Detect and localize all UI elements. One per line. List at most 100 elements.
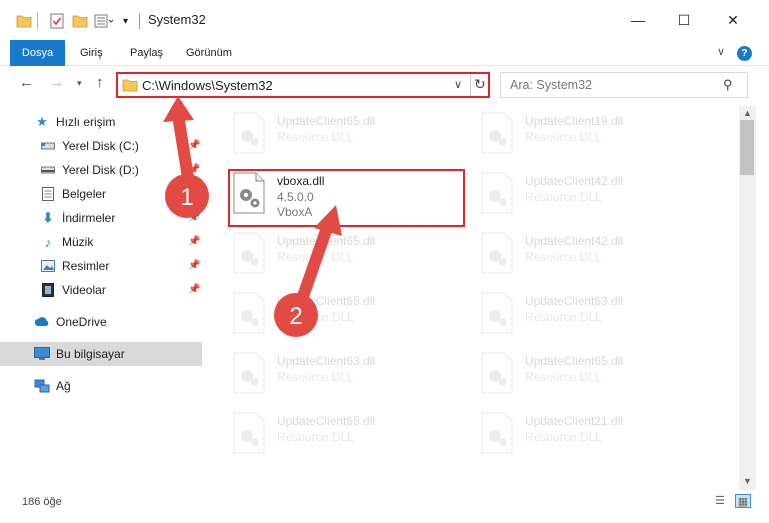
file-item[interactable]: UpdateClient21.dll Resource DLL xyxy=(478,408,708,460)
file-name: UpdateClient63.dll xyxy=(277,354,376,368)
file-list: UpdateClient65.dll Resource DLL vboxa.dl… xyxy=(206,106,739,490)
window-title: System32 xyxy=(148,12,206,27)
file-item[interactable]: UpdateClient42.dll Resource DLL xyxy=(478,228,708,280)
sidebar-item-downloads[interactable]: ⬇ İndirmeler 📌 xyxy=(0,206,202,230)
sidebar-item-this-pc[interactable]: Bu bilgisayar xyxy=(0,342,202,366)
sidebar-item-label: İndirmeler xyxy=(62,211,116,225)
refresh-icon[interactable]: ↻ xyxy=(474,76,486,93)
expand-ribbon-icon[interactable]: ∨ xyxy=(717,45,725,58)
drive-icon xyxy=(40,162,56,178)
recent-locations-icon[interactable]: ▾ xyxy=(77,78,82,89)
close-button[interactable]: ✕ xyxy=(710,0,756,40)
details-view-icon[interactable]: ☰ xyxy=(712,494,728,508)
sidebar-item-network[interactable]: Ağ xyxy=(0,374,202,398)
sidebar-item-quick-access[interactable]: ★ Hızlı erişim xyxy=(0,110,202,134)
customize-toolbar-icon[interactable] xyxy=(94,12,114,30)
file-name: UpdateClient42.dll xyxy=(525,234,624,248)
file-description: Resource DLL xyxy=(277,430,354,444)
tab-share[interactable]: Paylaş xyxy=(130,40,163,66)
sidebar-item-disk-d[interactable]: Yerel Disk (D:) 📌 xyxy=(0,158,202,182)
pin-icon[interactable]: 📌 xyxy=(188,260,200,271)
toolbar-separator xyxy=(37,12,38,30)
minimize-button[interactable]: — xyxy=(615,0,661,40)
file-description: Resource DLL xyxy=(277,250,354,264)
dll-file-icon xyxy=(481,232,513,274)
music-icon: ♪ xyxy=(44,234,52,250)
file-item[interactable]: UpdateClient19.dll Resource DLL xyxy=(478,108,708,160)
quick-access-dropdown-icon[interactable]: ▾ xyxy=(123,12,128,30)
video-icon xyxy=(40,282,56,298)
documents-icon xyxy=(40,186,56,202)
folder-icon[interactable] xyxy=(16,12,32,30)
file-name: UpdateClient65.dll xyxy=(277,234,376,248)
scroll-down-icon[interactable]: ▼ xyxy=(743,476,752,486)
sidebar-item-label: Videolar xyxy=(62,283,106,297)
file-name: UpdateClient19.dll xyxy=(525,114,624,128)
pin-icon[interactable]: 📌 xyxy=(188,236,200,247)
tab-view[interactable]: Görünüm xyxy=(186,40,232,66)
sidebar-item-label: Müzik xyxy=(62,235,94,249)
file-item[interactable]: UpdateClient63.dll Resource DLL xyxy=(230,348,460,400)
large-icons-view-icon[interactable]: ▦ xyxy=(735,494,751,508)
address-path[interactable]: C:\Windows\System32 xyxy=(142,78,273,93)
ribbon-tabs: Dosya Giriş Paylaş Görünüm ∨ ? xyxy=(0,40,769,66)
back-arrow-icon[interactable]: ← xyxy=(19,74,34,91)
pin-icon[interactable]: 📌 xyxy=(188,212,200,223)
sidebar-item-label: Yerel Disk (D:) xyxy=(62,163,139,177)
properties-check-icon[interactable] xyxy=(50,12,64,30)
file-name: UpdateClient21.dll xyxy=(525,414,624,428)
sidebar-item-documents[interactable]: Belgeler 📌 xyxy=(0,182,202,206)
search-input[interactable]: Ara: System32 xyxy=(510,78,592,92)
file-description: Resource DLL xyxy=(277,310,354,324)
file-item[interactable]: UpdateClient65.dll Resource DLL xyxy=(230,108,460,160)
computer-icon xyxy=(34,346,50,362)
file-description: Resource DLL xyxy=(277,130,354,144)
sidebar-item-disk-c[interactable]: Yerel Disk (C:) 📌 xyxy=(0,134,202,158)
maximize-button[interactable]: ☐ xyxy=(661,0,707,40)
sidebar-item-videos[interactable]: Videolar 📌 xyxy=(0,278,202,302)
network-icon xyxy=(34,378,50,394)
search-icon[interactable]: ⚲ xyxy=(723,77,733,93)
dll-file-icon xyxy=(481,112,513,154)
sidebar-item-music[interactable]: ♪ Müzik 📌 xyxy=(0,230,202,254)
pin-icon[interactable]: 📌 xyxy=(188,284,200,295)
file-name: UpdateClient65.dll xyxy=(277,414,376,428)
pin-icon[interactable]: 📌 xyxy=(188,164,200,175)
file-name: UpdateClient63.dll xyxy=(525,294,624,308)
scroll-thumb[interactable] xyxy=(740,120,754,175)
dll-file-icon xyxy=(233,352,265,394)
navigation-pane: ★ Hızlı erişim Yerel Disk (C:) 📌 Yerel D… xyxy=(0,106,206,490)
new-folder-icon[interactable] xyxy=(72,12,88,30)
tab-home[interactable]: Giriş xyxy=(80,40,103,66)
address-dropdown-icon[interactable]: ∨ xyxy=(454,78,462,91)
file-item[interactable]: UpdateClient65.dll Resource DLL xyxy=(478,348,708,400)
status-bar: 186 öğe ☰ ▦ xyxy=(0,490,769,523)
dll-file-icon xyxy=(481,292,513,334)
tab-file[interactable]: Dosya xyxy=(10,40,65,66)
file-item[interactable]: UpdateClient65.dll Resource DLL xyxy=(230,288,460,340)
file-item[interactable]: UpdateClient42.dll Resource DLL xyxy=(478,168,708,220)
sidebar-item-label: Yerel Disk (C:) xyxy=(62,139,139,153)
pin-icon[interactable]: 📌 xyxy=(188,140,200,151)
file-item[interactable]: UpdateClient65.dll Resource DLL xyxy=(230,228,460,280)
file-item[interactable]: UpdateClient63.dll Resource DLL xyxy=(478,288,708,340)
pin-icon[interactable]: 📌 xyxy=(188,188,200,199)
file-description: Resource DLL xyxy=(525,250,602,264)
drive-icon xyxy=(40,138,56,154)
sidebar-item-pictures[interactable]: Resimler 📌 xyxy=(0,254,202,278)
download-icon: ⬇ xyxy=(42,210,54,225)
sidebar-item-label: Belgeler xyxy=(62,187,107,201)
title-bar: ▾ System32 — ☐ ✕ xyxy=(0,0,769,40)
file-description: Resource DLL xyxy=(525,130,602,144)
sidebar-item-onedrive[interactable]: OneDrive xyxy=(0,310,202,334)
vertical-scrollbar[interactable]: ▲ ▼ xyxy=(739,106,756,490)
dll-file-icon xyxy=(233,412,265,454)
search-box[interactable]: Ara: System32 ⚲ xyxy=(500,72,748,98)
help-icon[interactable]: ? xyxy=(737,46,752,61)
file-item[interactable]: UpdateClient65.dll Resource DLL xyxy=(230,408,460,460)
address-bar[interactable]: C:\Windows\System32 ∨ ↻ xyxy=(116,72,490,98)
forward-arrow-icon[interactable]: → xyxy=(49,74,64,91)
scroll-up-icon[interactable]: ▲ xyxy=(743,108,752,118)
up-arrow-icon[interactable]: ↑ xyxy=(96,74,104,91)
file-description: Resource DLL xyxy=(525,190,602,204)
